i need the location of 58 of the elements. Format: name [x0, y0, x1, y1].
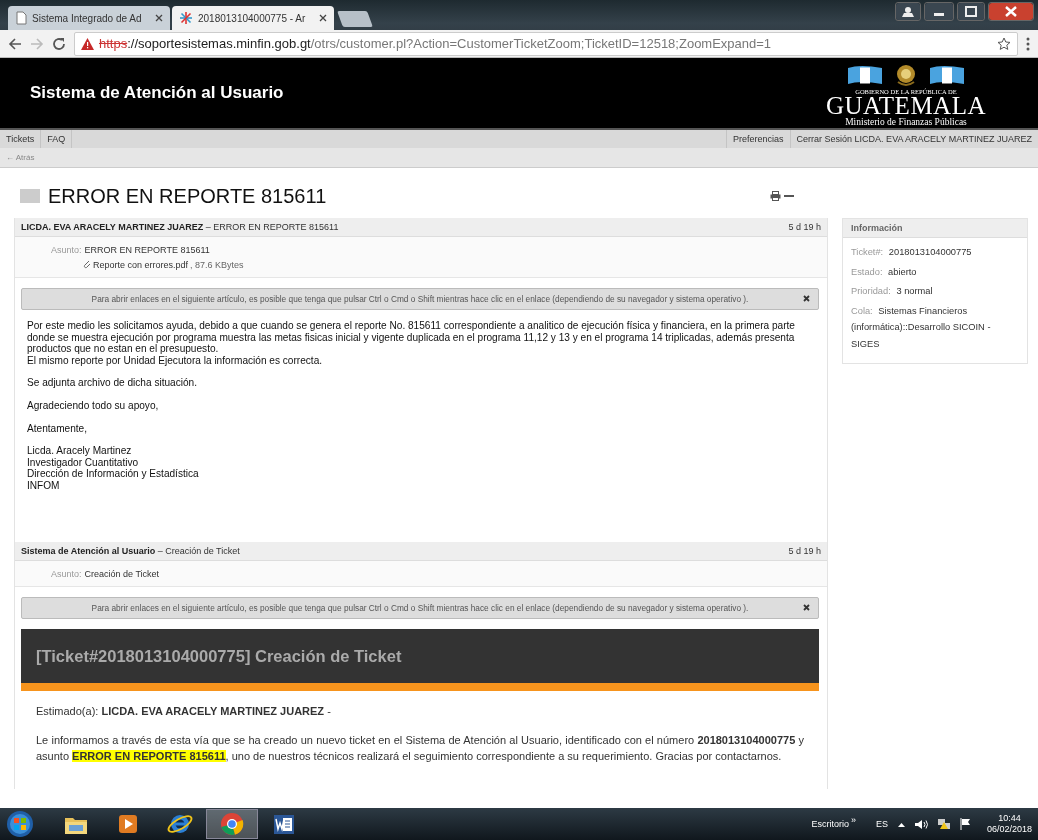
browser-tab[interactable]: 2018013104000775 - Ar: [172, 6, 334, 30]
close-icon[interactable]: [803, 604, 810, 611]
info-field: Ticket#: 2018013104000775: [851, 244, 1019, 261]
article-sender: LICDA. EVA ARACELY MARTINEZ JUAREZ – ERROR EN REPORTE 815611: [21, 222, 340, 232]
attachment-link[interactable]: Reporte con errores.pdf: [93, 259, 189, 270]
notice-text: Para abrir enlaces en el siguiente artículo, es posible que tenga que pulsar Ctrl o Cmd o Shift mientras hace clic en el enlace (dependiendo de su navegador y sistema operativo ).: [91, 294, 749, 304]
article-header[interactable]: LICDA. EVA ARACELY MARTINEZ JUAREZ – ERROR EN REPORTE 815611 5 d 19 h: [15, 218, 827, 237]
browser-tab[interactable]: Sistema Integrado de Ad: [8, 6, 170, 30]
asterisk-icon: [179, 11, 193, 25]
paperclip-icon: [83, 260, 91, 269]
article-sender: Sistema de Atención al Usuario – Creación de Ticket: [21, 546, 241, 556]
address-bar[interactable]: https://soportesistemas.minfin.gob.gt/otrs/customer.pl?Action=CustomerTicketZoom;TicketID=12518;ZoomExpand=1: [74, 31, 1018, 56]
body-paragraph: Licda. Aracely Martinez Investigador Cuantitativo Dirección de Información y Estadística INFOM: [27, 445, 200, 492]
site-title: Sistema de Atención al Usuario: [30, 83, 284, 103]
email-paragraph: Le informamos a través de esta vía que se ha creado un nuevo ticket en el Sistema de Atención al Usuario, identificado con el número 2018013104000775 y asunto ERROR EN REPORTE 815611, uno de nuestros técnicos realizará el seguimiento correspondiente a su requerimiento. Gracias por contactarnos.: [36, 733, 804, 764]
network-icon[interactable]: [937, 818, 950, 830]
article-age: 5 d 19 h: [788, 222, 821, 232]
chevron[interactable]: »: [850, 815, 856, 825]
speaker-icon[interactable]: [914, 818, 928, 830]
body-paragraph: Atentamente,: [27, 422, 89, 435]
state-square: [20, 189, 40, 203]
close-icon[interactable]: [319, 14, 327, 22]
up-arrow-icon[interactable]: [897, 821, 905, 827]
article-header[interactable]: Sistema de Atención al Usuario – Creación de Ticket 5 d 19 h: [15, 542, 827, 561]
print-icon[interactable]: [770, 191, 781, 201]
star-icon[interactable]: [997, 36, 1011, 51]
ticket-title: ERROR EN REPORTE 815611: [48, 184, 328, 208]
close-icon[interactable]: [803, 295, 810, 302]
panel-title: Información: [843, 219, 1027, 238]
new-tab-button[interactable]: [337, 11, 373, 27]
body-paragraph: Por este medio les solicitamos ayuda, debido a que cuando se genera el reporte No. 815611 correspondiente a analitico de ejecución física y financiera, en la primera parte donde se muestra ejecución por programa muestra las metas fisicas inicial y vigente duplicada en el programa 11,12 y 13 y en el programa 14 triplicadas, además presenta productos que no estan en el presupuesto. El mismo reporte por Unidad Ejecutora la información es correcta.: [27, 320, 796, 367]
flag-icon[interactable]: [959, 818, 971, 830]
menu-icon[interactable]: [1026, 36, 1030, 51]
browser-icon: [218, 810, 246, 838]
attachment-size: , 87.6 KBytes: [190, 259, 244, 270]
info-field: Cola: Sistemas Financieros (informática)::Desarrollo SICOIN - SIGES: [851, 302, 1019, 352]
email-paragraph: Estimado(a): LICDA. EVA ARACELY MARTINEZ JUAREZ -: [36, 704, 332, 719]
body-paragraph: Se adjunta archivo de dicha situación.: [27, 377, 199, 389]
back-icon[interactable]: [8, 36, 22, 51]
minimize-button[interactable]: [924, 2, 954, 21]
language-indicator[interactable]: ES: [875, 819, 888, 829]
info-field: Estado: abierto: [851, 263, 1019, 280]
close-icon[interactable]: [155, 14, 163, 22]
toolbar-label[interactable]: Escritorio: [811, 819, 849, 829]
reload-icon[interactable]: [52, 36, 66, 51]
field-text: Asunto: Creación de Ticket: [51, 568, 160, 579]
user-button[interactable]: [895, 2, 921, 21]
notice-text: Para abrir enlaces en el siguiente artículo, es posible que tenga que pulsar Ctrl o Cmd o Shift mientras hace clic en el enlace (dependiendo de su navegador y sistema operativo ).: [91, 603, 749, 613]
page-icon: [15, 11, 27, 25]
close-button[interactable]: [988, 2, 1034, 21]
maximize-button[interactable]: [957, 2, 985, 21]
email-heading: [Ticket#2018013104000775] Creación de Ticket: [21, 629, 819, 691]
info-field: Prioridad: 3 normal: [851, 283, 1019, 300]
field-text: Asunto: ERROR EN REPORTE 815611: [51, 244, 210, 255]
body-paragraph: Agradeciendo todo su apoyo,: [27, 399, 160, 412]
url-text: https://soportesistemas.minfin.gob.gt/otrs/customer.pl?Action=CustomerTicketZoom;TicketID=12518;ZoomExpand=1: [99, 36, 772, 51]
article-age: 5 d 19 h: [788, 546, 821, 556]
clock[interactable]: 10:44 06/02/2018: [986, 813, 1032, 835]
